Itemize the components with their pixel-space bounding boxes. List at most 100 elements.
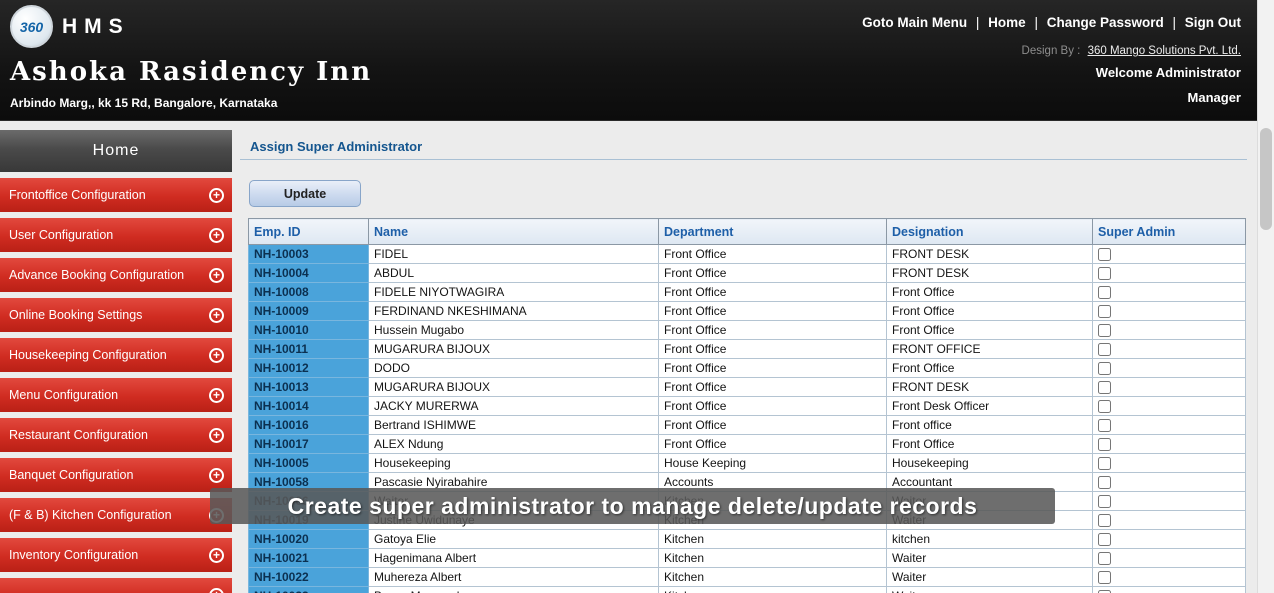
super-admin-cell: [1092, 282, 1246, 302]
col-super-admin: Super Admin: [1092, 218, 1246, 245]
super-admin-checkbox[interactable]: [1098, 514, 1111, 528]
super-admin-checkbox[interactable]: [1098, 476, 1111, 490]
design-by-link[interactable]: 360 Mango Solutions Pvt. Ltd.: [1088, 45, 1241, 57]
scrollbar-thumb[interactable]: [1260, 128, 1272, 230]
super-admin-cell: [1092, 453, 1246, 473]
department-cell: Kitchen: [658, 567, 887, 587]
designation-cell: Front Office: [886, 434, 1093, 454]
name-cell: JACKY MURERWA: [368, 396, 659, 416]
nav-home[interactable]: Home: [988, 15, 1026, 30]
sidebar-item-housekeeping-configuration[interactable]: Housekeeping Configuration +: [0, 338, 232, 372]
plus-icon: +: [209, 387, 224, 403]
super-admin-cell: [1092, 586, 1246, 593]
designation-cell: Front office: [886, 415, 1093, 435]
super-admin-checkbox[interactable]: [1098, 343, 1111, 357]
plus-icon: +: [209, 427, 224, 443]
sidebar-home[interactable]: Home: [0, 130, 232, 172]
update-button[interactable]: Update: [249, 180, 361, 207]
super-admin-checkbox[interactable]: [1098, 533, 1111, 547]
super-admin-checkbox[interactable]: [1098, 305, 1111, 319]
table-row: NH-10010 Hussein Mugabo Front Office Front …: [248, 320, 1246, 340]
plus-icon: +: [209, 227, 224, 243]
super-admin-checkbox[interactable]: [1098, 552, 1111, 566]
page-title: Assign Super Administrator: [250, 139, 423, 154]
department-cell: Front Office: [658, 415, 887, 435]
department-cell: Front Office: [658, 434, 887, 454]
design-by: Design By : 360 Mango Solutions Pvt. Ltd…: [857, 45, 1241, 57]
super-admin-checkbox[interactable]: [1098, 495, 1111, 509]
nav-sign-out[interactable]: Sign Out: [1185, 15, 1241, 30]
designation-cell: FRONT OFFICE: [886, 339, 1093, 359]
name-cell: Hagenimana Albert: [368, 548, 659, 568]
name-cell: Muhereza Albert: [368, 567, 659, 587]
super-admin-checkbox[interactable]: [1098, 267, 1111, 281]
super-admin-checkbox[interactable]: [1098, 438, 1111, 452]
department-cell: Kitchen: [658, 586, 887, 593]
table-header-row: Emp. ID Name Department Designation Supe…: [248, 218, 1246, 245]
name-cell: MUGARURA BIJOUX: [368, 339, 659, 359]
super-admin-cell: [1092, 301, 1246, 321]
super-admin-cell: [1092, 510, 1246, 530]
sidebar-item-advance-booking-configuration[interactable]: Advance Booking Configuration +: [0, 258, 232, 292]
nav-goto-main-menu[interactable]: Goto Main Menu: [862, 15, 967, 30]
app-header: 360 HMS Ashoka Rasidency Inn Arbindo Mar…: [0, 0, 1257, 121]
col-emp-id: Emp. ID: [248, 218, 369, 245]
name-cell: Gatoya Elie: [368, 529, 659, 549]
sidebar-item-online-booking-settings[interactable]: Online Booking Settings +: [0, 298, 232, 332]
sidebar-item-label: Advance Booking Configuration: [9, 268, 185, 282]
header-right: Goto Main Menu | Home | Change Password …: [857, 15, 1241, 105]
plus-icon: +: [209, 267, 224, 283]
table-row: NH-10022 Muhereza Albert Kitchen Waiter: [248, 567, 1246, 587]
sidebar-item-partial[interactable]: +: [0, 578, 232, 593]
name-cell: Housekeeping: [368, 453, 659, 473]
emp-id-cell: NH-10009: [248, 301, 369, 321]
super-admin-checkbox[interactable]: [1098, 381, 1111, 395]
name-cell: Bosco Munyembaraga: [368, 586, 659, 593]
super-admin-checkbox[interactable]: [1098, 362, 1111, 376]
super-admin-checkbox[interactable]: [1098, 286, 1111, 300]
department-cell: Front Office: [658, 244, 887, 264]
super-admin-checkbox[interactable]: [1098, 571, 1111, 585]
super-admin-cell: [1092, 263, 1246, 283]
super-admin-checkbox[interactable]: [1098, 419, 1111, 433]
designation-cell: Waiter: [886, 567, 1093, 587]
sidebar-item-inventory-configuration[interactable]: Inventory Configuration +: [0, 538, 232, 572]
emp-id-cell: NH-10008: [248, 282, 369, 302]
name-cell: FIDELE NIYOTWAGIRA: [368, 282, 659, 302]
vertical-scrollbar[interactable]: [1257, 0, 1274, 593]
table-row: NH-10023Bosco MunyembaragaKitchenWaiter: [248, 586, 1246, 593]
col-name: Name: [368, 218, 659, 245]
designation-cell: FRONT DESK: [886, 377, 1093, 397]
super-admin-checkbox[interactable]: [1098, 400, 1111, 414]
designation-cell: Waiter: [886, 586, 1093, 593]
logo-360-icon: 360: [10, 5, 53, 48]
nav-change-password[interactable]: Change Password: [1047, 15, 1164, 30]
plus-icon: +: [209, 307, 224, 323]
table-row: NH-10003 FIDEL Front Office FRONT DESK: [248, 244, 1246, 264]
plus-icon: +: [209, 187, 224, 203]
name-cell: MUGARURA BIJOUX: [368, 377, 659, 397]
sidebar-item-restaurant-configuration[interactable]: Restaurant Configuration +: [0, 418, 232, 452]
emp-id-cell: NH-10012: [248, 358, 369, 378]
sidebar-item--f-b-kitchen-configuration[interactable]: (F & B) Kitchen Configuration+: [0, 498, 232, 532]
sidebar-item-menu-configuration[interactable]: Menu Configuration +: [0, 378, 232, 412]
super-admin-checkbox[interactable]: [1098, 324, 1111, 338]
sidebar: Home Frontoffice Configuration + User Conf…: [0, 122, 232, 593]
department-cell: Front Office: [658, 377, 887, 397]
brand-block: 360 HMS Ashoka Rasidency Inn Arbindo Mar…: [10, 5, 372, 110]
super-admin-cell: [1092, 244, 1246, 264]
emp-id-cell: NH-10021: [248, 548, 369, 568]
table-row: NH-10009 FERDINAND NKESHIMANA Front Office…: [248, 301, 1246, 321]
super-admin-checkbox[interactable]: [1098, 457, 1111, 471]
designation-cell: FRONT DESK: [886, 244, 1093, 264]
emp-id-cell: NH-10017: [248, 434, 369, 454]
super-admin-checkbox[interactable]: [1098, 248, 1111, 262]
department-cell: Front Office: [658, 339, 887, 359]
table-row: NH-10021 Hagenimana Albert Kitchen Waiter: [248, 548, 1246, 568]
sidebar-item-frontoffice-configuration[interactable]: Frontoffice Configuration +: [0, 178, 232, 212]
sidebar-item-user-configuration[interactable]: User Configuration +: [0, 218, 232, 252]
department-cell: Front Office: [658, 301, 887, 321]
sidebar-item-banquet-configuration[interactable]: Banquet Configuration +: [0, 458, 232, 492]
designation-cell: Front Office: [886, 358, 1093, 378]
employee-table: Emp. ID Name Department Designation Supe…: [248, 218, 1246, 593]
